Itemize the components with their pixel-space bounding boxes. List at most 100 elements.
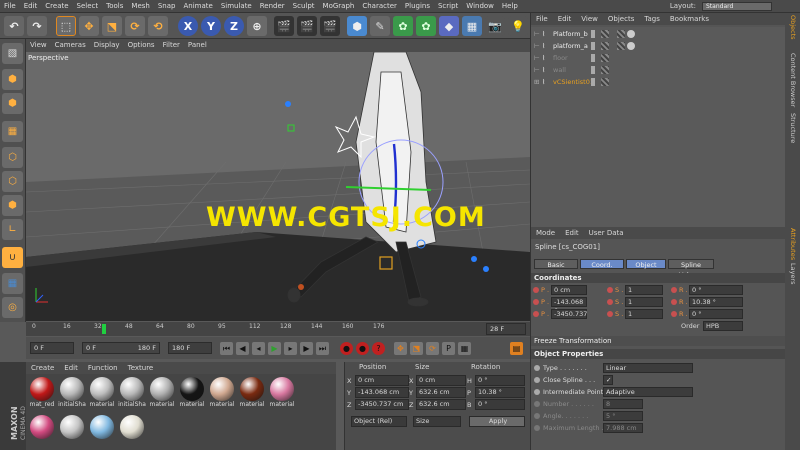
size-z-field[interactable]: 632.6 cm xyxy=(416,399,466,410)
key-scale-icon[interactable]: ⬔ xyxy=(410,342,423,355)
render-settings-icon[interactable]: 🎬 xyxy=(320,16,340,36)
keyframe-dot-icon[interactable] xyxy=(671,287,677,293)
menu-file[interactable]: File xyxy=(0,0,20,13)
workplane-icon[interactable]: ▦ xyxy=(2,273,23,294)
keyframe-dot-icon[interactable] xyxy=(607,299,613,305)
visibility-dots[interactable] xyxy=(591,78,595,86)
menu-snap[interactable]: Snap xyxy=(154,0,180,13)
visibility-dots[interactable] xyxy=(591,54,595,62)
size-y-field[interactable]: 632.6 cm xyxy=(416,387,466,398)
object-row[interactable]: ⊢ ⌇ platform_a xyxy=(531,41,786,52)
layout-select[interactable]: Standard xyxy=(702,2,772,11)
go-to-end-icon[interactable]: ⏭ xyxy=(316,342,329,355)
side-tab-objects[interactable]: Objects xyxy=(789,15,797,40)
material-swatch[interactable]: material xyxy=(148,377,176,408)
keyframe-dot-icon[interactable] xyxy=(534,401,540,407)
keyframe-dot-icon[interactable] xyxy=(534,365,540,371)
redo-icon[interactable]: ↷ xyxy=(27,16,47,36)
render-view-icon[interactable]: 🎬 xyxy=(274,16,294,36)
material-swatch[interactable] xyxy=(118,415,146,439)
x-axis-icon[interactable]: X xyxy=(178,16,198,36)
coord-field[interactable]: 0 ° xyxy=(689,309,743,319)
expand-icon[interactable]: ⊢ xyxy=(534,29,540,40)
material-menu-edit[interactable]: Edit xyxy=(59,362,83,374)
object-name[interactable]: vCSientist01 xyxy=(553,77,594,88)
menu-create[interactable]: Create xyxy=(41,0,72,13)
expand-icon[interactable]: ⊢ xyxy=(534,65,540,76)
rotation-b-field[interactable]: 0 ° xyxy=(475,399,525,410)
position-y-field[interactable]: -143.068 cm xyxy=(355,387,409,398)
menu-plugins[interactable]: Plugins xyxy=(401,0,434,13)
floor-icon[interactable]: ▦ xyxy=(462,16,482,36)
keyframe-dot-icon[interactable] xyxy=(533,299,539,305)
object-row[interactable]: ⊢ ⌇ Platform_b xyxy=(531,29,786,40)
render-picture-viewer-icon[interactable]: 🎬 xyxy=(297,16,317,36)
pen-spline-icon[interactable]: ✎ xyxy=(370,16,390,36)
keyframe-dot-icon[interactable] xyxy=(671,311,677,317)
magnet-icon[interactable]: ∪ xyxy=(2,247,23,268)
coord-field[interactable]: 1 xyxy=(625,285,663,295)
keyframe-dot-icon[interactable] xyxy=(533,311,539,317)
object-row[interactable]: ⊢ ⌇ wall xyxy=(531,65,786,76)
undo-icon[interactable]: ↶ xyxy=(4,16,24,36)
material-swatch[interactable] xyxy=(88,415,116,439)
material-menu-function[interactable]: Function xyxy=(83,362,123,374)
keyframe-dot-icon[interactable] xyxy=(534,425,540,431)
keyframe-dot-icon[interactable] xyxy=(534,377,540,383)
property-value[interactable]: ✓ xyxy=(603,375,613,385)
coord-mode-select[interactable]: Object (Rel) xyxy=(351,416,407,427)
prev-key-icon[interactable]: ◀ xyxy=(236,342,249,355)
property-value[interactable]: 5 ° xyxy=(603,411,643,421)
expand-icon[interactable]: ⊞ xyxy=(534,77,539,88)
coord-field[interactable]: -3450.737 xyxy=(551,309,587,319)
menu-window[interactable]: Window xyxy=(462,0,498,13)
tab-object[interactable]: Object xyxy=(626,259,666,269)
material-swatch[interactable]: material xyxy=(88,377,116,408)
object-name[interactable]: Platform_b xyxy=(553,29,588,40)
tab-coord[interactable]: Coord. xyxy=(580,259,624,269)
next-frame-icon[interactable]: ▸ xyxy=(284,342,297,355)
deformer-icon[interactable]: ◆ xyxy=(439,16,459,36)
timeline-window-icon[interactable]: ▤ xyxy=(510,342,523,355)
expand-icon[interactable]: ⊢ xyxy=(534,53,540,64)
side-tab-layers[interactable]: Layers xyxy=(789,263,797,285)
rotate-icon[interactable]: ⟳ xyxy=(125,16,145,36)
array-icon[interactable]: ✿ xyxy=(416,16,436,36)
material-swatch[interactable] xyxy=(28,415,56,439)
freeze-transformation-section[interactable]: Freeze Transformation xyxy=(531,336,786,346)
keyframe-dot-icon[interactable] xyxy=(607,287,613,293)
play-icon[interactable]: ▶ xyxy=(268,342,281,355)
light-icon[interactable]: 💡 xyxy=(508,16,528,36)
object-row[interactable]: ⊞ ⌇ vCSientist01 xyxy=(531,77,786,88)
menu-mograph[interactable]: MoGraph xyxy=(319,0,359,13)
key-parameter-icon[interactable]: P xyxy=(442,342,455,355)
points-mode-icon[interactable]: ⬡ xyxy=(2,147,23,168)
object-menu-view[interactable]: View xyxy=(576,13,603,25)
coordinate-system-icon[interactable]: ⊕ xyxy=(247,16,267,36)
material-swatch[interactable]: material xyxy=(268,377,296,408)
coord-field[interactable]: -143.068 c xyxy=(551,297,587,314)
start-frame-field[interactable]: 0 F xyxy=(30,342,74,354)
object-menu-objects[interactable]: Objects xyxy=(603,13,639,25)
viewport-menu-options[interactable]: Options xyxy=(124,39,159,52)
rotation-h-field[interactable]: 0 ° xyxy=(475,375,525,386)
texture-mode-icon[interactable]: ▦ xyxy=(2,121,23,142)
material-swatch[interactable]: material xyxy=(178,377,206,408)
rotation-p-field[interactable]: 10.38 ° xyxy=(475,387,525,398)
key-rotation-icon[interactable]: ⟳ xyxy=(426,342,439,355)
keyframe-selection-icon[interactable]: ? xyxy=(372,342,385,355)
make-editable-icon[interactable]: ▧ xyxy=(2,43,23,64)
menu-tools[interactable]: Tools xyxy=(102,0,127,13)
menu-edit[interactable]: Edit xyxy=(20,0,42,13)
menu-render[interactable]: Render xyxy=(256,0,289,13)
viewport-menu-view[interactable]: View xyxy=(26,39,51,52)
size-x-field[interactable]: 0 cm xyxy=(416,375,466,386)
recent-tool-icon[interactable]: ⟲ xyxy=(148,16,168,36)
current-frame-field[interactable]: 28 F xyxy=(486,323,526,335)
side-tab-content-browser[interactable]: Content Browser xyxy=(789,53,797,107)
viewport-menu-panel[interactable]: Panel xyxy=(184,39,211,52)
viewport-menu-filter[interactable]: Filter xyxy=(159,39,184,52)
property-value[interactable]: Linear xyxy=(603,363,693,373)
material-menu-create[interactable]: Create xyxy=(26,362,59,374)
3d-viewport[interactable]: Perspective WWW.CGTSJ.COM xyxy=(26,52,530,321)
